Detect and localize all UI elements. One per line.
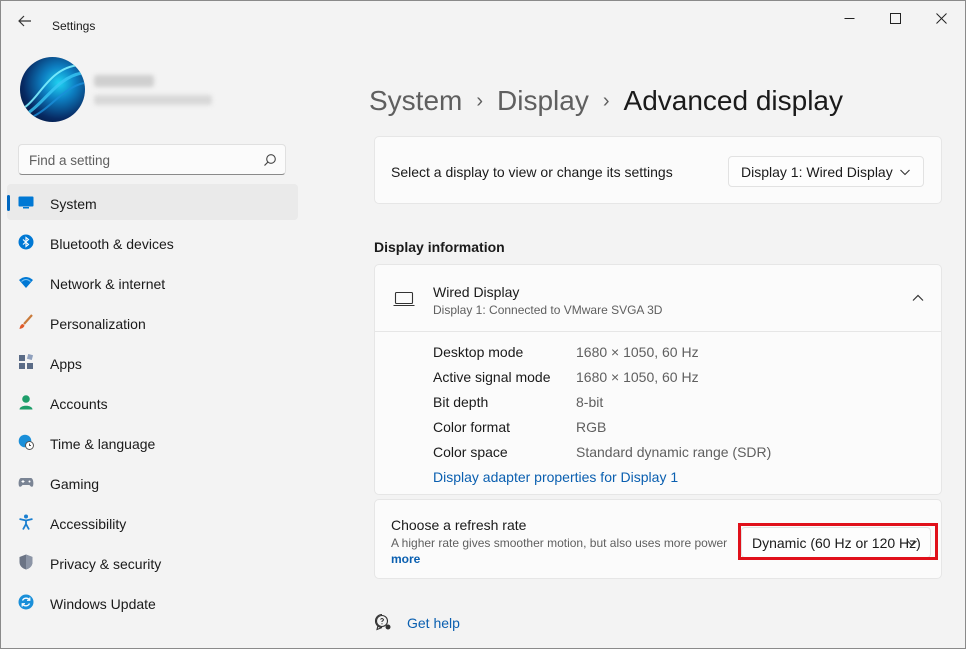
chevron-down-icon: [900, 169, 910, 176]
sidebar-item-label: Apps: [50, 356, 82, 372]
shield-icon: [19, 554, 33, 570]
display-info-rows: Desktop mode 1680 × 1050, 60 Hz Active s…: [433, 344, 893, 469]
active-indicator: [7, 195, 10, 211]
title-bar: Settings: [1, 1, 965, 41]
breadcrumb-system[interactable]: System: [369, 85, 462, 117]
info-value: RGB: [576, 419, 607, 435]
sidebar-item-label: Privacy & security: [50, 556, 162, 572]
person-icon: [19, 395, 33, 410]
info-key: Active signal mode: [433, 369, 551, 385]
info-row-color-format: Color format RGB: [433, 419, 893, 444]
sidebar-item-bluetooth[interactable]: Bluetooth & devices: [7, 224, 298, 260]
info-key: Color format: [433, 419, 511, 435]
sidebar-item-label: Windows Update: [50, 596, 156, 612]
chevron-right-icon: ›: [476, 89, 484, 112]
section-title-display-information: Display information: [374, 239, 505, 255]
info-row-desktop-mode: Desktop mode 1680 × 1050, 60 Hz: [433, 344, 893, 369]
info-value: Standard dynamic range (SDR): [576, 444, 772, 460]
maximize-icon: [889, 12, 901, 24]
display-adapter-properties-link[interactable]: Display adapter properties for Display 1: [433, 469, 678, 485]
refresh-rate-more-link[interactable]: more: [391, 552, 420, 566]
close-button[interactable]: [921, 7, 961, 29]
info-value: 1680 × 1050, 60 Hz: [576, 369, 699, 385]
breadcrumb-display[interactable]: Display: [497, 85, 589, 117]
settings-window: Settings System Bluetooth & devic: [0, 0, 966, 649]
sidebar-item-label: Bluetooth & devices: [50, 236, 174, 252]
sidebar-item-label: Personalization: [50, 316, 146, 332]
brush-icon: [19, 314, 33, 329]
sidebar-item-label: Network & internet: [50, 276, 166, 292]
update-icon: [18, 594, 34, 610]
display-info-card: Wired Display Display 1: Connected to VM…: [374, 264, 942, 495]
display-select-value: Display 1: Wired Display: [741, 163, 893, 180]
page-title: Advanced display: [623, 85, 843, 116]
close-icon: [935, 12, 947, 24]
sidebar-item-label: Accounts: [50, 396, 108, 412]
user-name-redacted: [94, 75, 154, 87]
globe-clock-icon: [18, 434, 34, 450]
display-subtitle: Display 1: Connected to VMware SVGA 3D: [433, 303, 663, 317]
search-input[interactable]: [29, 151, 259, 169]
info-row-active-signal-mode: Active signal mode 1680 × 1050, 60 Hz: [433, 369, 893, 394]
gamepad-icon: [18, 478, 34, 487]
info-value: 1680 × 1050, 60 Hz: [576, 344, 699, 360]
sidebar-item-windows-update[interactable]: Windows Update: [7, 584, 298, 620]
sidebar-item-label: Accessibility: [50, 516, 127, 532]
chevron-down-icon: [907, 540, 917, 547]
sidebar-item-accessibility[interactable]: Accessibility: [7, 504, 298, 540]
search-box[interactable]: [18, 144, 286, 175]
select-display-label: Select a display to view or change its s…: [391, 164, 673, 180]
minimize-icon: [844, 17, 854, 19]
display-info-header[interactable]: Wired Display Display 1: Connected to VM…: [375, 265, 941, 332]
sidebar-item-privacy[interactable]: Privacy & security: [7, 544, 298, 580]
user-email-redacted: [94, 95, 212, 105]
chevron-up-icon[interactable]: [911, 292, 925, 304]
sidebar-item-personalization[interactable]: Personalization: [7, 304, 298, 340]
info-row-color-space: Color space Standard dynamic range (SDR): [433, 444, 893, 469]
search-icon[interactable]: [263, 153, 277, 167]
back-button[interactable]: [13, 11, 37, 31]
sidebar-nav: System Bluetooth & devices Network & int…: [7, 184, 298, 624]
avatar[interactable]: [20, 57, 85, 122]
breadcrumb: System › Display › Advanced display: [369, 81, 843, 121]
app-title: Settings: [52, 19, 96, 33]
sidebar-item-apps[interactable]: Apps: [7, 344, 298, 380]
bluetooth-icon: [18, 234, 34, 250]
refresh-rate-value: Dynamic (60 Hz or 120 Hz): [752, 534, 921, 551]
get-help-link[interactable]: Get help: [374, 613, 460, 631]
sidebar-item-label: Gaming: [50, 476, 100, 492]
laptop-monitor-icon: [393, 291, 415, 307]
monitor-icon: [18, 196, 34, 209]
avatar-swirl-icon: [24, 64, 85, 118]
maximize-button[interactable]: [875, 7, 915, 29]
minimize-button[interactable]: [829, 7, 869, 29]
info-value: 8-bit: [576, 394, 604, 410]
sidebar-item-gaming[interactable]: Gaming: [7, 464, 298, 500]
sidebar-item-label: Time & language: [50, 436, 156, 452]
sidebar-item-time-language[interactable]: Time & language: [7, 424, 298, 460]
select-display-card: Select a display to view or change its s…: [374, 136, 942, 204]
refresh-rate-description: A higher rate gives smoother motion, but…: [391, 536, 728, 550]
refresh-rate-title: Choose a refresh rate: [391, 517, 527, 533]
sidebar-item-accounts[interactable]: Accounts: [7, 384, 298, 420]
sidebar-item-label: System: [50, 196, 97, 212]
sidebar-item-network[interactable]: Network & internet: [7, 264, 298, 300]
wifi-icon: [19, 277, 33, 288]
get-help-label: Get help: [407, 615, 460, 631]
display-select-dropdown[interactable]: Display 1: Wired Display: [728, 156, 924, 187]
sidebar-item-system[interactable]: System: [7, 184, 298, 220]
refresh-rate-card: Choose a refresh rate A higher rate give…: [374, 499, 942, 579]
display-name: Wired Display: [433, 284, 520, 300]
info-key: Color space: [433, 444, 508, 460]
chevron-right-icon: ›: [602, 89, 610, 112]
apps-icon: [19, 354, 34, 369]
info-key: Bit depth: [433, 394, 489, 410]
help-chat-icon: [374, 613, 391, 631]
refresh-rate-dropdown[interactable]: Dynamic (60 Hz or 120 Hz): [741, 527, 931, 558]
info-row-bit-depth: Bit depth 8-bit: [433, 394, 893, 419]
accessibility-icon: [19, 514, 33, 530]
arrow-left-icon: [18, 15, 31, 27]
info-key: Desktop mode: [433, 344, 524, 360]
